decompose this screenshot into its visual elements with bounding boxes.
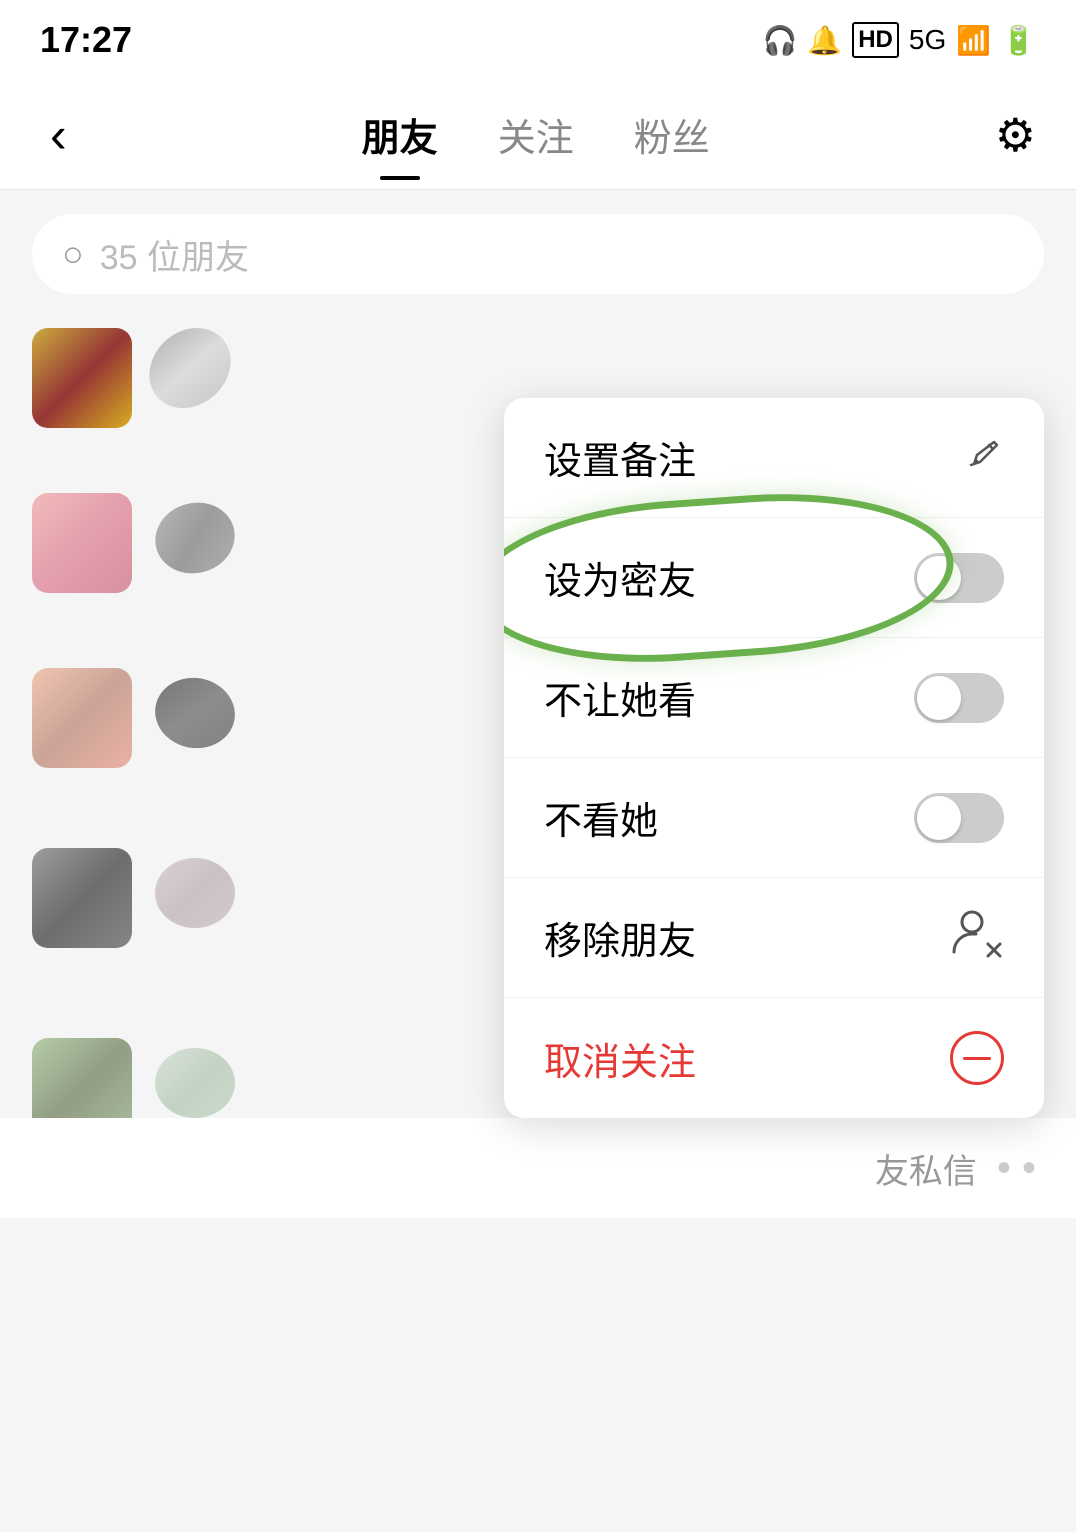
status-icons: 🎧 🔔 HD 5G 📶 🔋 xyxy=(762,22,1036,58)
menu-close-friend-label: 设为密友 xyxy=(544,550,696,605)
bottom-partial-bar: 友私信 • • xyxy=(0,1118,1076,1218)
menu-remove-friend[interactable]: 移除朋友 xyxy=(504,878,1044,998)
menu-hide-from-her-label: 不让她看 xyxy=(544,670,696,725)
tab-followers[interactable]: 粉丝 xyxy=(634,97,710,172)
search-placeholder: 35 位朋友 xyxy=(100,230,249,279)
status-bar: 17:27 🎧 🔔 HD 5G 📶 🔋 xyxy=(0,0,1076,80)
tab-friends[interactable]: 朋友 xyxy=(362,97,438,172)
search-icon: ○ xyxy=(62,233,84,275)
minus-line xyxy=(963,1057,991,1060)
menu-remove-friend-label: 移除朋友 xyxy=(544,910,696,965)
context-menu: 设置备注 设为密友 不让她看 不看她 xyxy=(504,398,1044,1118)
signal-icon: 5G xyxy=(909,24,946,56)
bell-muted-icon: 🔔 xyxy=(807,24,842,57)
menu-unfollow-label: 取消关注 xyxy=(544,1031,696,1086)
battery-icon: 🔋 xyxy=(1001,24,1036,57)
wifi-icon: 📶 xyxy=(956,24,991,57)
menu-set-note-label: 设置备注 xyxy=(544,430,696,485)
remove-user-icon xyxy=(950,906,1004,970)
back-button[interactable]: ‹ xyxy=(40,96,77,174)
status-time: 17:27 xyxy=(40,19,132,61)
partial-text: 友私信 xyxy=(875,1144,977,1193)
tab-following[interactable]: 关注 xyxy=(498,97,574,172)
menu-hide-her-label: 不看她 xyxy=(544,790,658,845)
menu-close-friend[interactable]: 设为密友 xyxy=(504,518,1044,638)
menu-unfollow[interactable]: 取消关注 xyxy=(504,998,1044,1118)
content-area: 设置备注 设为密友 不让她看 不看她 xyxy=(0,318,1076,1218)
partial-dots: • • xyxy=(997,1146,1036,1191)
minus-circle-icon xyxy=(950,1031,1004,1085)
search-container: ○ 35 位朋友 xyxy=(0,190,1076,318)
search-bar[interactable]: ○ 35 位朋友 xyxy=(32,214,1044,294)
menu-hide-from-her[interactable]: 不让她看 xyxy=(504,638,1044,758)
settings-icon[interactable]: ⚙ xyxy=(995,108,1036,162)
pencil-icon xyxy=(966,434,1004,482)
headphone-icon: 🎧 xyxy=(762,24,797,57)
nav-bar: ‹ 朋友 关注 粉丝 ⚙ xyxy=(0,80,1076,190)
menu-set-note[interactable]: 设置备注 xyxy=(504,398,1044,518)
hide-from-her-toggle[interactable] xyxy=(914,673,1004,723)
hd-icon: HD xyxy=(852,22,899,58)
nav-tabs: 朋友 关注 粉丝 xyxy=(362,97,710,172)
hide-her-toggle[interactable] xyxy=(914,793,1004,843)
close-friend-toggle[interactable] xyxy=(914,553,1004,603)
menu-hide-her[interactable]: 不看她 xyxy=(504,758,1044,878)
